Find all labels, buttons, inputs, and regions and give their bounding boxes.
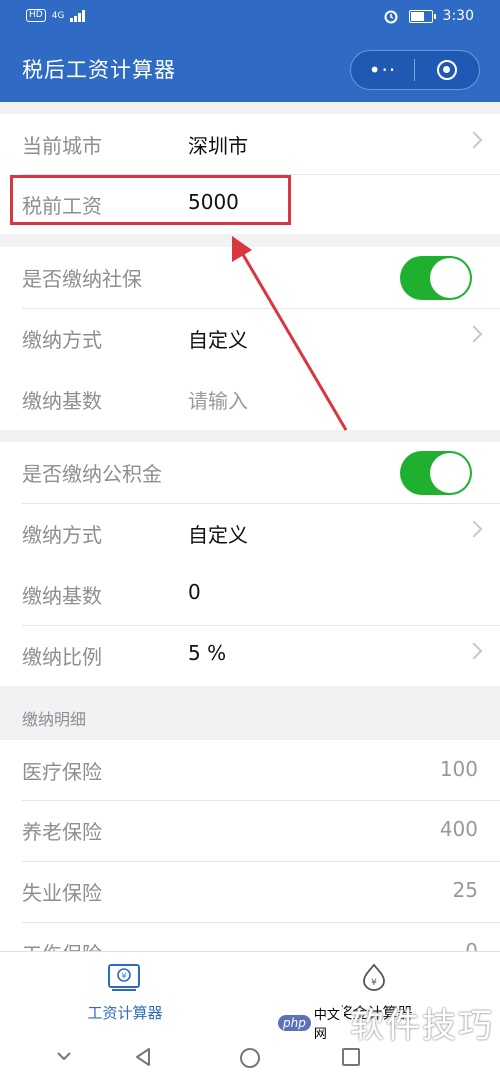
- nav-bar: 税后工资计算器 •··: [0, 36, 500, 102]
- city-value: 深圳市: [188, 134, 248, 158]
- signal-icon: [70, 9, 86, 22]
- back-icon[interactable]: [132, 1046, 154, 1068]
- status-bar: HD 4G 3:30: [0, 0, 500, 36]
- watermark-logo: php 中文网: [278, 1005, 344, 1042]
- social-method-value: 自定义: [188, 328, 248, 352]
- status-left: HD 4G: [26, 9, 86, 22]
- toggle-knob: [430, 453, 470, 493]
- fund-toggle-row: 是否缴纳公积金: [0, 442, 500, 502]
- social-method-row[interactable]: 缴纳方式 自定义: [0, 308, 500, 368]
- city-row[interactable]: 当前城市 深圳市: [0, 114, 500, 174]
- salary-calculator-icon: ¥: [108, 964, 140, 991]
- fund-base-label: 缴纳基数: [22, 584, 102, 608]
- tab-label: 工资计算器: [87, 1004, 163, 1022]
- tab-salary-calculator[interactable]: ¥ 工资计算器: [0, 952, 250, 1031]
- social-toggle-label: 是否缴纳社保: [22, 267, 142, 291]
- chevron-down-icon[interactable]: [54, 1046, 74, 1066]
- social-toggle-switch[interactable]: [400, 256, 472, 300]
- details-section: 医疗保险 100 养老保险 400 失业保险 25 工伤保险 0: [0, 740, 500, 951]
- network-badge: HD: [26, 9, 46, 22]
- chevron-right-icon: [465, 131, 483, 149]
- social-toggle-row: 是否缴纳社保: [0, 247, 500, 307]
- detail-row: 工伤保险 0: [0, 922, 500, 951]
- watermark-text: 软件技巧: [350, 1006, 494, 1046]
- city-label: 当前城市: [22, 134, 102, 158]
- social-base-input[interactable]: 请输入: [188, 385, 248, 414]
- detail-label: 医疗保险: [22, 760, 102, 784]
- status-time: 3:30: [442, 8, 474, 24]
- fund-method-value: 自定义: [188, 523, 248, 547]
- fund-ratio-value: 5 %: [188, 641, 227, 665]
- svg-text:¥: ¥: [371, 978, 377, 988]
- detail-label: 养老保险: [22, 820, 102, 844]
- bonus-calculator-icon: ¥: [363, 963, 385, 991]
- fund-ratio-label: 缴纳比例: [22, 645, 102, 669]
- home-icon[interactable]: [238, 1046, 262, 1070]
- chevron-right-icon: [465, 642, 483, 660]
- svg-text:¥: ¥: [121, 972, 126, 981]
- fund-method-label: 缴纳方式: [22, 523, 102, 547]
- fund-ratio-row[interactable]: 缴纳比例 5 %: [0, 625, 500, 685]
- detail-value: 25: [452, 878, 478, 902]
- watermark: php 中文网 软件技巧: [278, 998, 494, 1047]
- chevron-right-icon: [465, 325, 483, 343]
- detail-value: 400: [439, 817, 478, 841]
- social-base-row: 缴纳基数 请输入: [0, 369, 500, 429]
- annotation-highlight-box: [10, 175, 291, 225]
- fund-toggle-switch[interactable]: [400, 451, 472, 495]
- status-right: 3:30: [383, 8, 474, 24]
- mini-program-capsule: •··: [350, 50, 480, 90]
- close-button[interactable]: [415, 60, 478, 80]
- detail-label: 工伤保险: [22, 938, 102, 951]
- alarm-icon: [384, 10, 398, 24]
- details-header: 缴纳明细: [22, 710, 87, 729]
- target-icon: [436, 60, 457, 80]
- detail-value: 100: [439, 757, 478, 781]
- signal-label: 4G: [51, 10, 65, 21]
- detail-row: 医疗保险 100: [0, 740, 500, 800]
- detail-row: 养老保险 400: [0, 800, 500, 860]
- social-base-label: 缴纳基数: [22, 389, 102, 413]
- fund-base-input[interactable]: 0: [188, 580, 201, 604]
- battery-fill: [410, 11, 425, 21]
- ellipsis-icon[interactable]: •··: [351, 60, 414, 80]
- social-method-label: 缴纳方式: [22, 328, 102, 352]
- detail-value: 0: [465, 939, 478, 951]
- detail-label: 失业保险: [22, 881, 102, 905]
- fund-toggle-label: 是否缴纳公积金: [22, 462, 162, 486]
- social-insurance-section: 是否缴纳社保 缴纳方式 自定义 缴纳基数 请输入: [0, 247, 500, 430]
- php-logo: php: [278, 1014, 311, 1031]
- battery-icon: [408, 9, 436, 23]
- fund-method-row[interactable]: 缴纳方式 自定义: [0, 503, 500, 563]
- housing-fund-section: 是否缴纳公积金 缴纳方式 自定义 缴纳基数 0 缴纳比例 5 %: [0, 442, 500, 686]
- detail-row: 失业保险 25: [0, 861, 500, 921]
- fund-base-row: 缴纳基数 0: [0, 564, 500, 624]
- logo-text: 中文网: [313, 1007, 340, 1042]
- page-title: 税后工资计算器: [22, 58, 176, 82]
- recent-apps-icon[interactable]: [340, 1046, 362, 1068]
- toggle-knob: [430, 258, 470, 298]
- chevron-right-icon: [465, 520, 483, 538]
